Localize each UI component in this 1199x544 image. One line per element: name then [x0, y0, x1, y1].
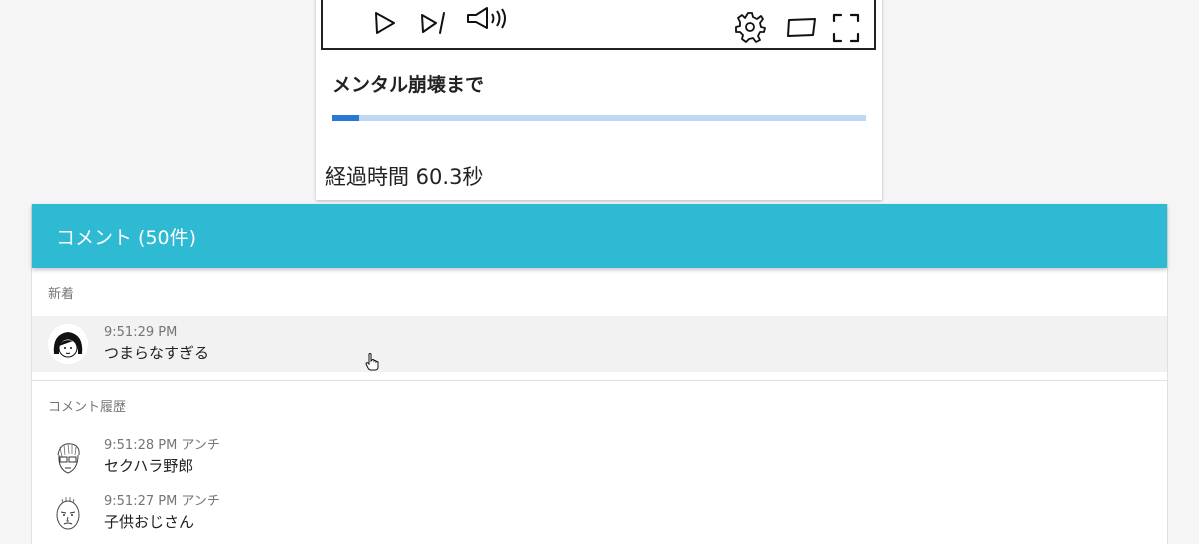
comment-text: 子供おじさん: [104, 513, 195, 531]
comment-text: セクハラ野郎: [104, 457, 194, 475]
history-subheader: コメント履歴: [48, 399, 127, 415]
hand-cursor-icon: [364, 352, 382, 376]
avatar-girl-icon: [48, 324, 88, 364]
skip-icon[interactable]: [419, 10, 449, 36]
list-item[interactable]: 9:51:28 PM アンチ セクハラ野郎: [32, 429, 1167, 485]
theater-mode-icon[interactable]: [785, 16, 819, 40]
progress-bar-fill: [332, 115, 359, 121]
comment-time: 9:51:28 PM アンチ: [104, 438, 220, 453]
new-comments-subheader: 新着: [48, 286, 75, 302]
avatar-bald-man-icon: [48, 493, 88, 533]
play-icon[interactable]: [372, 10, 398, 36]
elapsed-time: 経過時間 60.3秒: [325, 165, 484, 189]
list-item[interactable]: 9:51:29 PM つまらなすぎる: [32, 316, 1167, 372]
progress-bar: [332, 115, 866, 121]
settings-gear-icon[interactable]: [733, 10, 767, 44]
avatar-glasses-man-icon: [48, 437, 88, 477]
volume-icon[interactable]: [465, 4, 513, 34]
video-frame[interactable]: [321, 0, 876, 50]
comments-header: コメント (50件): [32, 204, 1167, 268]
comment-time: 9:51:27 PM アンチ: [104, 494, 220, 509]
video-player-card: メンタル崩壊まで 経過時間 60.3秒: [316, 0, 882, 200]
video-title: メンタル崩壊まで: [332, 74, 485, 96]
comments-panel: コメント (50件) 新着 9:51:29 PM つまらなすぎる コメント履歴: [31, 204, 1168, 544]
list-item[interactable]: 9:51:27 PM アンチ 子供おじさん: [32, 485, 1167, 541]
fullscreen-icon[interactable]: [831, 12, 861, 44]
comment-time: 9:51:29 PM: [104, 325, 178, 340]
comment-text: つまらなすぎる: [104, 344, 210, 362]
